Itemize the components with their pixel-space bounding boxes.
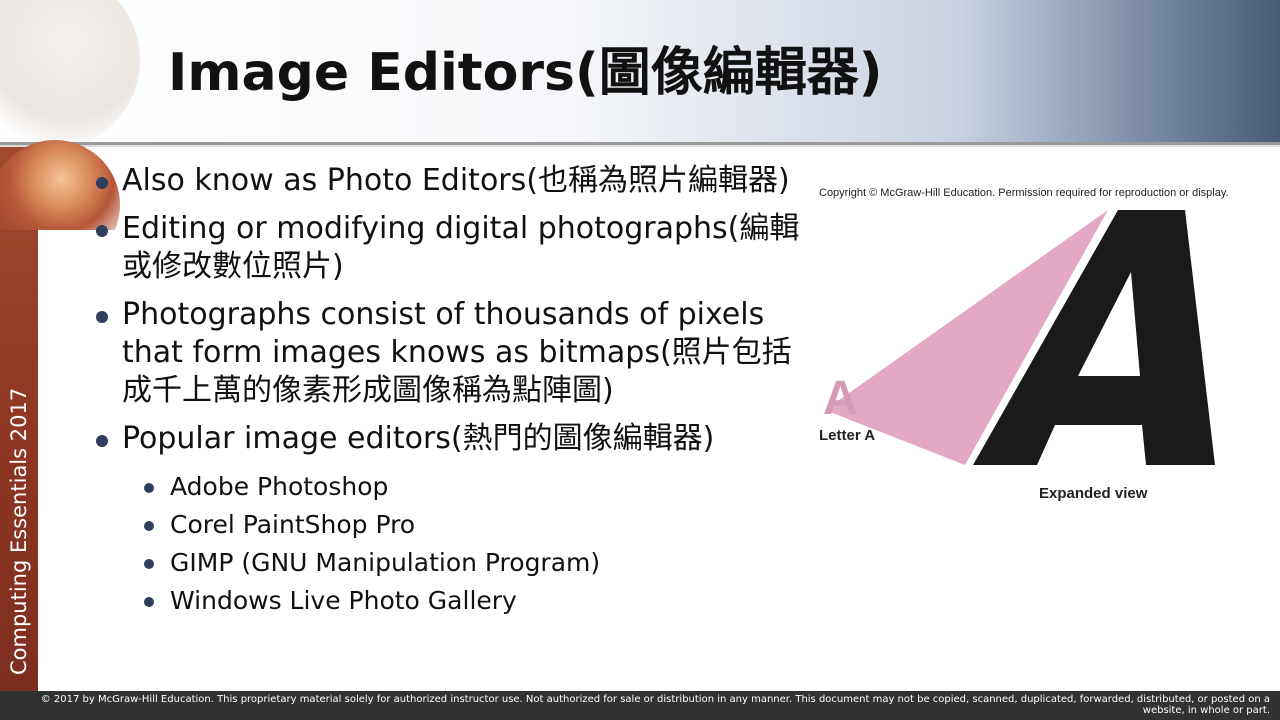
letter-a-label: Letter A (819, 427, 876, 444)
expanded-view-label: Expanded view (1039, 485, 1148, 502)
copyright-footer: © 2017 by McGraw-Hill Education. This pr… (0, 691, 1280, 720)
bullet-item: Photographs consist of thousands of pixe… (92, 296, 810, 410)
sub-bullet-item: Windows Live Photo Gallery (142, 582, 810, 620)
bullet-item: Editing or modifying digital photographs… (92, 210, 810, 286)
course-title-vertical: Computing Essentials 2017 (7, 387, 31, 675)
bullet-list: Also know as Photo Editors(也稱為照片編輯器) Edi… (92, 162, 810, 620)
globe-decoration (0, 0, 140, 150)
expanded-letter-illustration: A (823, 210, 1215, 465)
sub-bullet-list: Adobe Photoshop Corel PaintShop Pro GIMP… (142, 468, 810, 620)
sub-bullet-item: GIMP (GNU Manipulation Program) (142, 544, 810, 582)
sub-bullet-item: Adobe Photoshop (142, 468, 810, 506)
sub-bullet-item: Corel PaintShop Pro (142, 506, 810, 544)
small-letter-a: A (823, 372, 858, 425)
slide-header: Image Editors(圖像編輯器) (0, 0, 1280, 150)
header-divider-light (0, 145, 1280, 147)
slide-title: Image Editors(圖像編輯器) (168, 43, 883, 103)
bullet-item: Popular image editors(熱門的圖像編輯器) (92, 420, 810, 458)
bullet-item: Also know as Photo Editors(也稱為照片編輯器) (92, 162, 810, 200)
pixel-letter-figure: Copyright © McGraw-Hill Education. Permi… (815, 180, 1235, 510)
